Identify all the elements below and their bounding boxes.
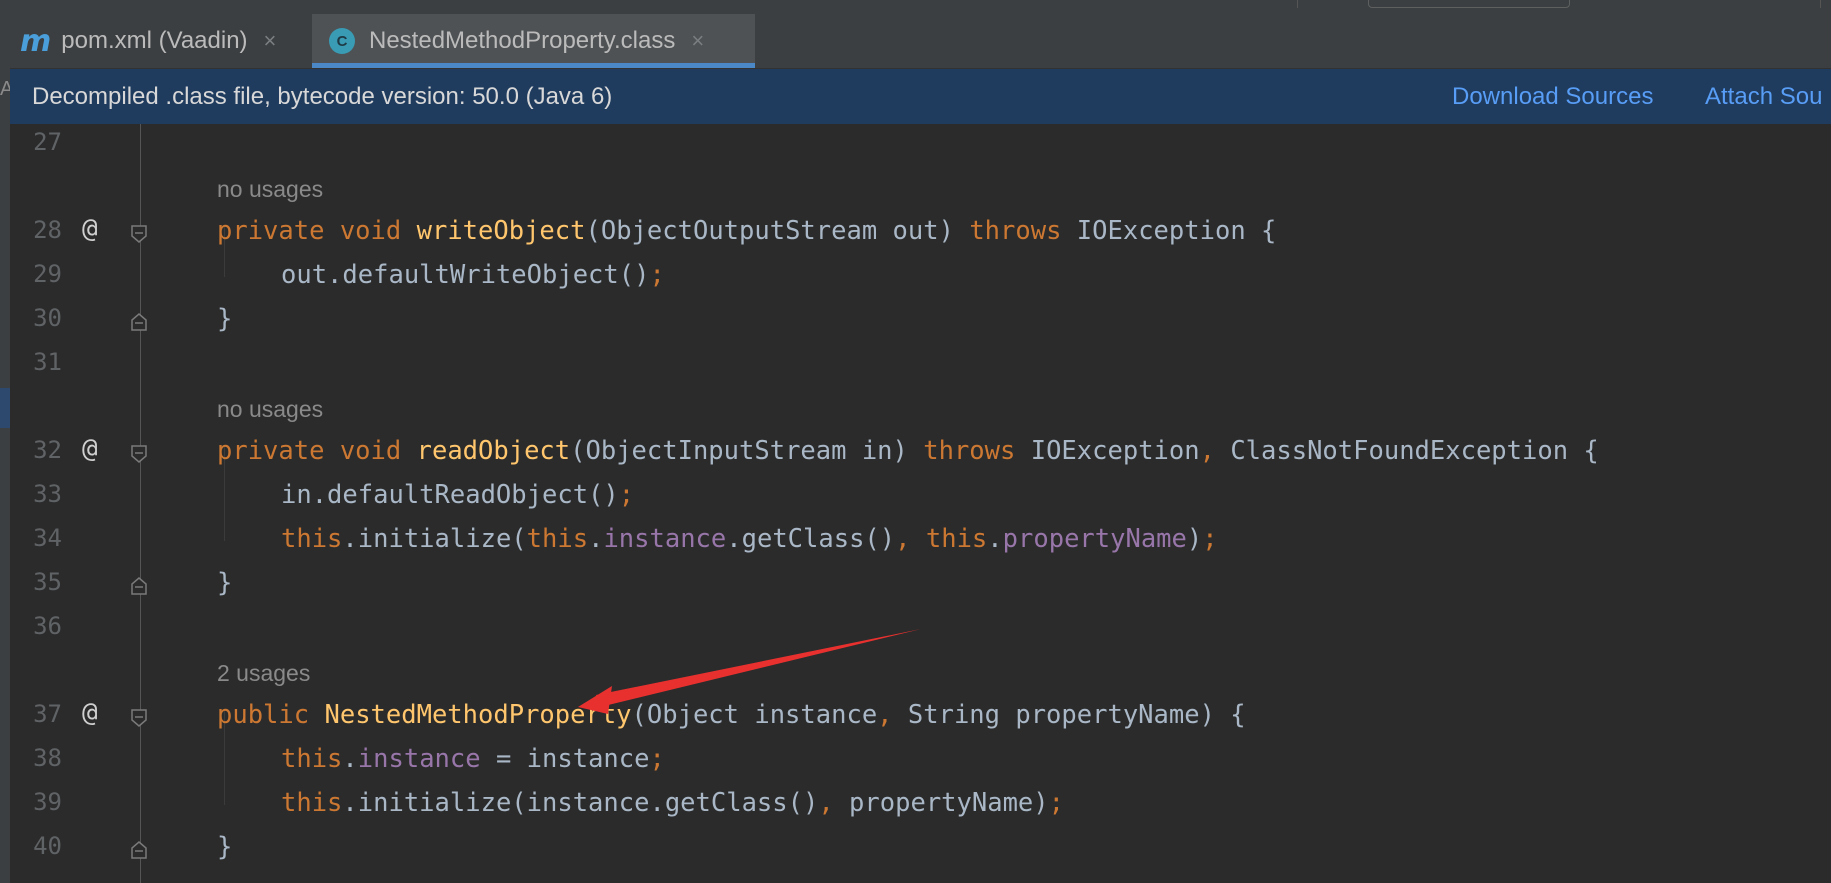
- arrow-head: [578, 686, 612, 714]
- annotation-arrow-icon: [578, 629, 921, 714]
- arrow-shaft: [596, 629, 921, 707]
